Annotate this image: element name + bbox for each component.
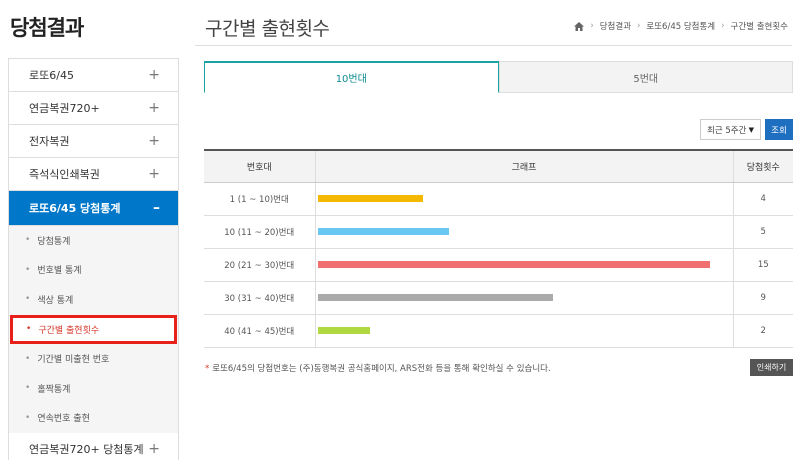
- submenu-label: 당첨통계: [37, 236, 71, 247]
- table-row: 30 (31 ~ 40)번대 9: [204, 281, 793, 315]
- graph-cell: [314, 182, 733, 216]
- count-bar: [317, 195, 423, 202]
- submenu-label: 구간별 출현횟수: [38, 325, 100, 336]
- range-count-table: 번호대 그래프 당첨횟수 1 (1 ~ 10)번대 4 10 (11 ~ 20)번대…: [204, 149, 793, 348]
- sidebar-item-lotto-stats[interactable]: 로또6/45 당첨통계 –: [9, 191, 178, 226]
- submenu-label: 연속번호 출현: [37, 414, 90, 425]
- page-title: 구간별 출현횟수: [205, 18, 330, 40]
- breadcrumb: › 당첨결과 › 로또6/45 당첨통계 › 구간별 출현횟수: [574, 20, 788, 32]
- sidebar-title: 당첨결과: [10, 16, 84, 40]
- sidebar-item-label: 연금복권720+: [29, 102, 100, 115]
- sidebar-item-label: 로또6/45 당첨통계: [29, 202, 121, 215]
- info-note-text: 로또6/45의 당첨번호는 (주)동행복권 공식홈페이지, ARS전화 등을 통…: [212, 364, 551, 374]
- submenu-label: 홀짝통계: [37, 384, 71, 395]
- submenu-label: 기간별 미출현 번호: [37, 355, 110, 366]
- plus-icon: +: [148, 67, 160, 83]
- plus-icon: +: [148, 166, 160, 182]
- count-bar: [317, 228, 449, 235]
- tab-10s[interactable]: 10번대: [204, 61, 499, 93]
- tab-5s[interactable]: 5번대: [498, 61, 793, 93]
- divider: [195, 45, 792, 46]
- plus-icon: +: [148, 441, 160, 458]
- table-row: 10 (11 ~ 20)번대 5: [204, 215, 793, 249]
- count-bar: [317, 327, 370, 334]
- count-cell: 15: [732, 248, 793, 282]
- graph-cell: [314, 281, 733, 315]
- submenu-label: 번호별 통계: [37, 266, 82, 277]
- sidebar-item-lotto645[interactable]: 로또6/45 +: [9, 59, 178, 92]
- range-cell: 1 (1 ~ 10)번대: [204, 182, 315, 216]
- bullet-icon: •: [26, 324, 32, 335]
- breadcrumb-item: 구간별 출현횟수: [730, 22, 788, 32]
- range-cell: 40 (41 ~ 45)번대: [204, 314, 315, 348]
- submenu-item-color-stats[interactable]: • 색상 통계: [9, 285, 178, 315]
- column-header: 당첨횟수: [732, 149, 793, 183]
- bullet-icon: •: [25, 353, 31, 364]
- range-cell: 20 (21 ~ 30)번대: [204, 248, 315, 282]
- chevron-right-icon: ›: [590, 21, 594, 31]
- bullet-icon: •: [25, 412, 31, 423]
- print-button[interactable]: 인쇄하기: [750, 359, 793, 376]
- sidebar-item-label: 전자복권: [29, 135, 70, 148]
- breadcrumb-item[interactable]: 당첨결과: [600, 20, 631, 32]
- plus-icon: +: [148, 100, 160, 116]
- count-bar: [317, 261, 710, 268]
- sidebar-item-label: 즉석식인쇄복권: [29, 168, 100, 181]
- range-cell: 30 (31 ~ 40)번대: [204, 281, 315, 315]
- sidebar-item-label: 로또6/45: [29, 69, 74, 82]
- column-header: 그래프: [314, 149, 733, 183]
- tab-bar: 10번대 5번대: [204, 61, 793, 93]
- count-cell: 4: [732, 182, 793, 216]
- breadcrumb-item[interactable]: 로또6/45 당첨통계: [646, 20, 715, 32]
- sidebar-item-pension-stats[interactable]: 연금복권720+ 당첨통계 +: [9, 433, 178, 460]
- submenu-item-win-stats[interactable]: • 당첨통계: [9, 226, 178, 256]
- bullet-icon: •: [25, 264, 31, 275]
- submenu-item-odd-even[interactable]: • 홀짝통계: [9, 374, 178, 404]
- count-cell: 5: [732, 215, 793, 249]
- range-cell: 10 (11 ~ 20)번대: [204, 215, 315, 249]
- bullet-icon: •: [25, 235, 31, 246]
- bullet-icon: •: [25, 383, 31, 394]
- sidebar-item-electronic[interactable]: 전자복권 +: [9, 125, 178, 158]
- table-row: 1 (1 ~ 10)번대 4: [204, 182, 793, 216]
- chevron-right-icon: ›: [637, 21, 641, 31]
- graph-cell: [314, 248, 733, 282]
- sidebar-submenu: • 당첨통계 • 번호별 통계 • 색상 통계 • 구간별 출현횟수 • 기간별 미출현 …: [9, 226, 178, 434]
- graph-cell: [314, 215, 733, 249]
- count-bar: [317, 294, 553, 301]
- column-header: 번호대: [204, 149, 315, 183]
- bullet-icon: •: [25, 294, 31, 305]
- sidebar-item-pension720[interactable]: 연금복권720+ +: [9, 92, 178, 125]
- table-row: 40 (41 ~ 45)번대 2: [204, 314, 793, 348]
- plus-icon: +: [148, 133, 160, 149]
- sidebar-item-label: 연금복권720+ 당첨통계: [29, 443, 144, 457]
- chevron-right-icon: ›: [721, 21, 725, 31]
- search-button[interactable]: 조회: [765, 119, 793, 140]
- submenu-item-missing-numbers[interactable]: • 기간별 미출현 번호: [9, 344, 178, 374]
- asterisk: *: [205, 364, 210, 374]
- submenu-item-consecutive[interactable]: • 연속번호 출현: [9, 404, 178, 434]
- table-row: 20 (21 ~ 30)번대 15: [204, 248, 793, 282]
- period-select-value: 최근 5주간: [707, 125, 747, 136]
- caret-down-icon: ▼: [748, 125, 754, 134]
- count-cell: 9: [732, 281, 793, 315]
- submenu-item-number-stats[interactable]: • 번호별 통계: [9, 256, 178, 286]
- minus-icon: –: [153, 200, 160, 216]
- submenu-item-range-count[interactable]: • 구간별 출현횟수: [10, 314, 177, 345]
- sidebar-menu: 로또6/45 + 연금복권720+ + 전자복권 + 즉석식인쇄복권 + 로또6…: [8, 58, 179, 460]
- submenu-label: 색상 통계: [37, 295, 74, 306]
- sidebar-item-instant[interactable]: 즉석식인쇄복권 +: [9, 158, 178, 191]
- count-cell: 2: [732, 314, 793, 348]
- graph-cell: [314, 314, 733, 348]
- info-note: * 로또6/45의 당첨번호는 (주)동행복권 공식홈페이지, ARS전화 등을 …: [205, 362, 551, 374]
- home-icon[interactable]: [574, 21, 585, 31]
- period-select[interactable]: 최근 5주간 ▼: [700, 119, 761, 140]
